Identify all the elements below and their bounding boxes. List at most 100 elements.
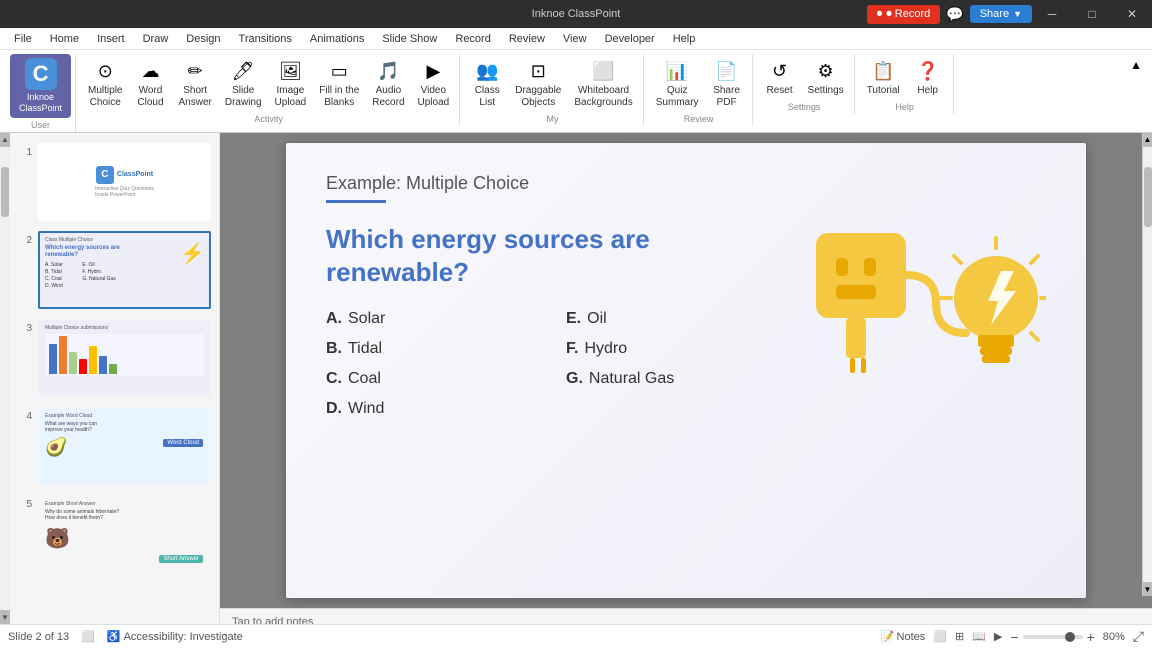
close-button[interactable]: ✕ xyxy=(1112,0,1152,28)
zoom-out-btn[interactable]: − xyxy=(1010,629,1018,645)
view-reading-btn[interactable]: 📖 xyxy=(972,630,986,643)
scroll-up-arrow[interactable]: ▲ xyxy=(0,133,10,147)
menu-help[interactable]: Help xyxy=(665,31,704,47)
user-group-label: User xyxy=(10,120,71,130)
whiteboard-backgrounds-button[interactable]: ⬜ WhiteboardBackgrounds xyxy=(568,54,638,112)
short-answer-button[interactable]: ✏ ShortAnswer xyxy=(173,54,218,112)
menu-design[interactable]: Design xyxy=(178,31,228,47)
menu-draw[interactable]: Draw xyxy=(135,31,177,47)
settings-group-label: Settings xyxy=(759,102,850,112)
fill-in-blanks-button[interactable]: ▭ Fill in theBlanks xyxy=(313,54,365,112)
whiteboard-backgrounds-icon: ⬜ xyxy=(590,57,618,85)
menu-slideshow[interactable]: Slide Show xyxy=(374,31,445,47)
reset-label: Reset xyxy=(766,85,792,97)
ribbon: C InknoeClassPoint User ⊙ MultipleChoice… xyxy=(0,50,1152,133)
menu-transitions[interactable]: Transitions xyxy=(231,31,300,47)
status-right: 📝 Notes ⬜ ⊞ 📖 ▶ − + 80% ⤢ xyxy=(881,628,1144,645)
share-pdf-label: SharePDF xyxy=(713,85,740,109)
image-upload-button[interactable]: 🖼 ImageUpload xyxy=(269,54,313,112)
class-list-button[interactable]: 👥 ClassList xyxy=(466,54,508,112)
menu-home[interactable]: Home xyxy=(42,31,87,47)
multiple-choice-button[interactable]: ⊙ MultipleChoice xyxy=(82,54,128,112)
class-list-label: ClassList xyxy=(475,85,500,109)
zoom-track[interactable] xyxy=(1023,635,1083,639)
slide-num-4: 4 xyxy=(18,411,32,422)
scroll-thumb-v xyxy=(1144,167,1152,227)
video-upload-button[interactable]: ▶ VideoUpload xyxy=(412,54,456,112)
menu-insert[interactable]: Insert xyxy=(89,31,133,47)
slide-thumb-1[interactable]: C ClassPoint Interactive Quiz QuestionsI… xyxy=(38,143,211,221)
audio-record-button[interactable]: 🎵 AudioRecord xyxy=(366,54,410,112)
maximize-button[interactable]: □ xyxy=(1072,0,1112,28)
notes-bar[interactable]: Tap to add notes xyxy=(220,608,1152,624)
answer-a: A.Solar xyxy=(326,310,506,328)
audio-record-label: AudioRecord xyxy=(372,85,404,109)
menu-review[interactable]: Review xyxy=(501,31,553,47)
audio-record-icon: 🎵 xyxy=(374,57,402,85)
slide-item-5[interactable]: 5 Example Short Answer Why do some anima… xyxy=(14,493,215,575)
menu-record[interactable]: Record xyxy=(447,31,498,47)
ribbon-collapse-button[interactable]: ▲ xyxy=(1126,54,1146,76)
slide-thumb-5[interactable]: Example Short Answer Why do some animals… xyxy=(38,495,211,573)
slide-item-4[interactable]: 4 Example Word Cloud What are ways you c… xyxy=(14,405,215,487)
slide-item-1[interactable]: 1 C ClassPoint Interactive Quiz Question… xyxy=(14,141,215,223)
menu-file[interactable]: File xyxy=(6,31,40,47)
word-cloud-button[interactable]: ☁ WordCloud xyxy=(130,54,172,112)
quiz-summary-icon: 📊 xyxy=(663,57,691,85)
record-button[interactable]: ⏺ ⏺ Record xyxy=(867,5,941,24)
quiz-summary-button[interactable]: 📊 QuizSummary xyxy=(650,54,705,112)
slide-drawing-button[interactable]: 🖊 SlideDrawing xyxy=(219,54,268,112)
slide-item-3[interactable]: 3 Multiple Choice submissions xyxy=(14,317,215,399)
minimize-button[interactable]: ─ xyxy=(1032,0,1072,28)
fit-slide-btn[interactable]: ⤢ xyxy=(1133,628,1144,645)
share-chevron: ▼ xyxy=(1013,9,1022,19)
help-button[interactable]: ❓ Help xyxy=(907,54,949,100)
record-label: ⏺ Record xyxy=(886,8,930,21)
fill-in-blanks-label: Fill in theBlanks xyxy=(319,85,359,109)
zoom-thumb xyxy=(1065,632,1075,642)
scroll-track xyxy=(0,147,10,610)
view-normal-btn[interactable]: ⬜ xyxy=(933,630,947,643)
slide-thumb-3[interactable]: Multiple Choice submissions xyxy=(38,319,211,397)
notes-btn[interactable]: 📝 Notes xyxy=(881,630,925,643)
slide-item-2[interactable]: 2 Class Multiple Choice Which energy sou… xyxy=(14,229,215,311)
share-label: Share xyxy=(980,8,1009,20)
slide-thumb-4[interactable]: Example Word Cloud What are ways you can… xyxy=(38,407,211,485)
main-area: ▲ ▼ 1 C ClassPoint Interactive Quiz Ques… xyxy=(0,133,1152,624)
help-icon: ❓ xyxy=(914,57,942,85)
window-buttons[interactable]: ─ □ ✕ xyxy=(1032,0,1152,28)
scroll-down-arrow[interactable]: ▼ xyxy=(0,610,10,624)
answer-f: F.Hydro xyxy=(566,340,746,358)
multiple-choice-label: MultipleChoice xyxy=(88,85,122,109)
zoom-control[interactable]: − + xyxy=(1010,629,1094,645)
zoom-level[interactable]: 80% xyxy=(1103,631,1125,643)
view-slideshow-btn[interactable]: ▶ xyxy=(994,630,1002,643)
reset-button[interactable]: ↺ Reset xyxy=(759,54,801,100)
settings-button[interactable]: ⚙ Settings xyxy=(802,54,850,100)
accessibility-info[interactable]: ♿ Accessibility: Investigate xyxy=(107,630,243,643)
slide-drawing-label: SlideDrawing xyxy=(225,85,262,109)
share-pdf-button[interactable]: 📄 SharePDF xyxy=(706,54,748,112)
inknoe-classpoint-button[interactable]: C InknoeClassPoint xyxy=(10,54,71,118)
slides-panel: 1 C ClassPoint Interactive Quiz Question… xyxy=(10,133,220,624)
menu-animations[interactable]: Animations xyxy=(302,31,372,47)
comment-icon[interactable]: 💬 xyxy=(946,6,963,23)
slide-num-2: 2 xyxy=(18,235,32,246)
editor-scrollbar[interactable]: ▲ ▼ xyxy=(1142,133,1152,596)
slides-panel-scrollbar[interactable]: ▲ ▼ xyxy=(0,133,10,624)
slide-title: Example: Multiple Choice xyxy=(326,173,1046,194)
scroll-up-btn[interactable]: ▲ xyxy=(1143,133,1152,147)
menu-developer[interactable]: Developer xyxy=(597,31,663,47)
scroll-down-btn[interactable]: ▼ xyxy=(1143,582,1152,596)
draggable-objects-button[interactable]: ⊡ DraggableObjects xyxy=(509,54,567,112)
view-grid-btn[interactable]: ⊞ xyxy=(955,630,964,643)
image-upload-icon: 🖼 xyxy=(276,57,304,85)
menu-view[interactable]: View xyxy=(555,31,595,47)
slide-thumb-2[interactable]: Class Multiple Choice Which energy sourc… xyxy=(38,231,211,309)
video-upload-label: VideoUpload xyxy=(418,85,450,109)
tutorial-button[interactable]: 📋 Tutorial xyxy=(861,54,906,100)
menu-bar: File Home Insert Draw Design Transitions… xyxy=(0,28,1152,50)
zoom-in-btn[interactable]: + xyxy=(1087,629,1095,645)
share-button[interactable]: Share ▼ xyxy=(970,5,1032,23)
whiteboard-backgrounds-label: WhiteboardBackgrounds xyxy=(574,85,632,109)
